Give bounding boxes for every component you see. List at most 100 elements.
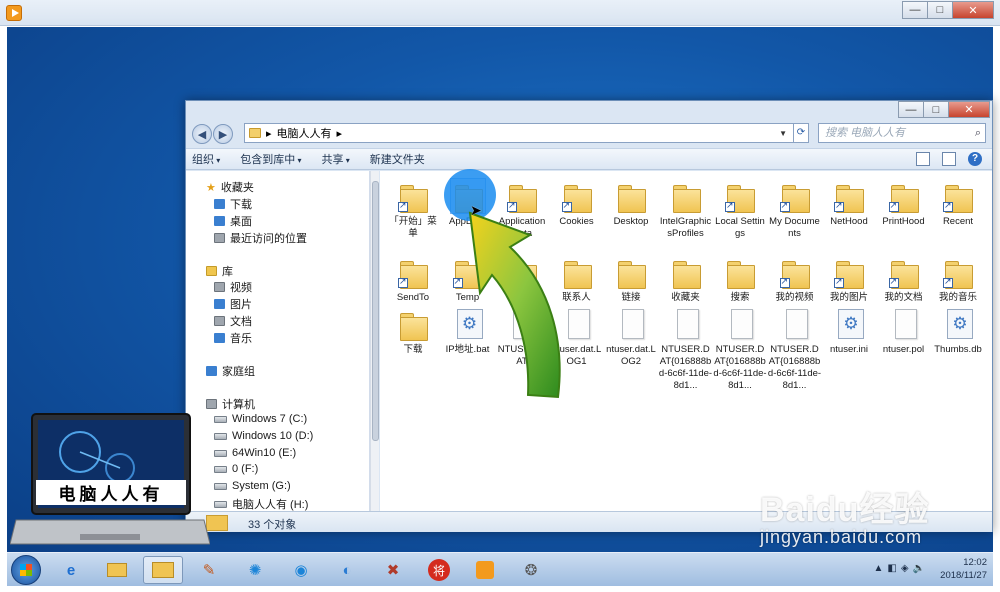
shortcut-arrow-icon [834,276,844,288]
nav-music[interactable]: 音乐 [214,330,252,346]
organize-button[interactable]: 组织 [192,151,220,167]
file-item[interactable]: ntuser.ini [822,307,876,356]
nav-drive-h[interactable]: 电脑人人有 (H:) [214,496,308,512]
view-options-icon[interactable] [916,152,930,166]
nav-documents[interactable]: 文档 [214,313,252,329]
shortcut-arrow-icon [452,276,463,288]
file-item[interactable]: 链接 [604,255,658,304]
file-item[interactable]: ntuser.pol [877,307,931,356]
nav-pictures[interactable]: 图片 [214,296,252,312]
explorer-minimize-button[interactable]: — [898,101,924,118]
file-item[interactable]: IntelGraphicsProfiles [659,179,713,240]
explorer-icon[interactable] [143,556,183,584]
item-count: 33 个对象 [248,519,297,531]
system-tray-icons[interactable]: ▲◧◈🔈 [874,563,930,574]
help-icon[interactable]: ? [968,152,982,166]
file-label: IntelGraphicsProfiles [659,216,712,239]
nav-libraries[interactable]: 库 [206,263,233,279]
file-item[interactable]: Recent [931,179,985,228]
nav-drive-d[interactable]: Windows 10 (D:) [214,430,313,442]
file-item[interactable]: 我的视频 [768,255,822,304]
file-item[interactable]: 搜索 [713,255,767,304]
watermark-logo: Baidu经验 [760,491,930,529]
search-icon[interactable]: ⌕ [975,124,981,142]
folder-icon[interactable] [97,556,137,584]
nav-label: 视频 [230,282,252,294]
nav-drive-e[interactable]: 64Win10 (E:) [214,447,296,459]
forward-button[interactable]: ▶ [213,124,233,144]
minimize-button[interactable]: — [902,1,928,19]
nav-drive-f[interactable]: 0 (F:) [214,463,258,475]
ie-icon[interactable]: e [51,556,91,584]
file-label: 我的视频 [775,292,814,303]
shortcut-arrow-icon [398,276,408,288]
chess-icon[interactable]: 将 [419,556,459,584]
tools-icon[interactable]: ✖ [373,556,413,584]
player-icon[interactable]: ◉ [281,556,321,584]
video-icon[interactable] [465,556,505,584]
file-label: ntuser.dat.LOG2 [606,344,656,367]
nav-computer[interactable]: 计算机 [206,396,255,412]
clock-time: 12:02 [963,557,987,568]
file-item[interactable]: 我的音乐 [931,255,985,304]
settings-file-icon [832,307,866,341]
file-item[interactable]: Desktop [604,179,658,228]
nav-label: 收藏夹 [220,182,254,194]
explorer-maximize-button[interactable]: □ [923,101,949,118]
file-item[interactable]: 我的文档 [877,255,931,304]
nav-drive-g[interactable]: System (G:) [214,480,291,492]
nav-scrollbar[interactable] [370,171,379,511]
video-icon [214,282,225,292]
computer-icon [206,399,217,409]
nav-downloads[interactable]: 下载 [214,196,252,212]
nav-desktop[interactable]: 桌面 [214,213,252,229]
address-dropdown-icon[interactable]: ▼ [779,129,787,138]
folder-icon [723,255,757,289]
shortcut-arrow-icon [507,200,517,212]
file-item[interactable]: NTUSER.DAT{016888bd-6c6f-11de-8d1... [659,307,713,392]
nav-homegroup[interactable]: 家庭组 [206,363,255,379]
back-button[interactable]: ◀ [192,124,212,144]
file-item[interactable]: ntuser.dat.LOG2 [604,307,658,368]
nav-drive-c[interactable]: Windows 7 (C:) [214,413,307,425]
clock[interactable]: 12:02 2018/11/27 [940,556,987,582]
file-item[interactable]: NTUSER.DAT{016888bd-6c6f-11de-8d1... [768,307,822,392]
nav-scroll-thumb[interactable] [372,181,379,441]
file-item[interactable]: NTUSER.DAT{016888bd-6c6f-11de-8d1... [713,307,767,392]
explorer-window-controls: — □ ✕ [898,101,990,118]
search-input[interactable]: 搜索 电脑人人有 ⌕ [818,123,986,143]
maximize-button[interactable]: □ [927,1,953,19]
close-button[interactable]: ✕ [952,1,994,19]
file-item[interactable]: 我的图片 [822,255,876,304]
folder-icon [614,255,648,289]
nav-recent-places[interactable]: 最近访问的位置 [214,230,307,246]
nav-favorites[interactable]: ★ 收藏夹 [206,179,254,195]
file-item[interactable]: NetHood [822,179,876,228]
nav-videos[interactable]: 视频 [214,279,252,295]
new-folder-button[interactable]: 新建文件夹 [370,151,425,167]
shortcut-arrow-icon [943,276,953,288]
file-item[interactable]: Thumbs.db [931,307,985,356]
paint-icon[interactable]: ✎ [189,556,229,584]
preview-pane-icon[interactable] [942,152,956,166]
explorer-close-button[interactable]: ✕ [948,101,990,118]
edge-icon[interactable]: ◐ [327,556,367,584]
address-path[interactable]: 电脑人人有 [277,125,332,141]
address-bar[interactable]: ▸ 电脑人人有 ▸ ▼ [244,123,806,143]
baidu-watermark: Baidu经验 jingyan.baidu.com [760,482,1000,548]
address-row: ◀ ▶ ▸ 电脑人人有 ▸ ▼ ⟳ 搜索 电脑人人有 ⌕ [192,123,986,145]
drive-icon [214,500,227,508]
share-button[interactable]: 共享 [322,151,350,167]
refresh-icon[interactable]: ⟳ [793,123,809,143]
start-button[interactable] [11,555,41,585]
folder-icon [396,255,430,289]
file-item[interactable]: My Documents [768,179,822,240]
pinwheel-icon[interactable]: ✺ [235,556,275,584]
cat-icon[interactable]: ❂ [511,556,551,584]
homegroup-icon [206,366,217,376]
file-item[interactable]: 收藏夹 [659,255,713,304]
include-in-library-button[interactable]: 包含到库中 [240,151,301,167]
file-item[interactable]: Local Settings [713,179,767,240]
file-label: ntuser.ini [829,344,869,355]
file-item[interactable]: PrintHood [877,179,931,228]
